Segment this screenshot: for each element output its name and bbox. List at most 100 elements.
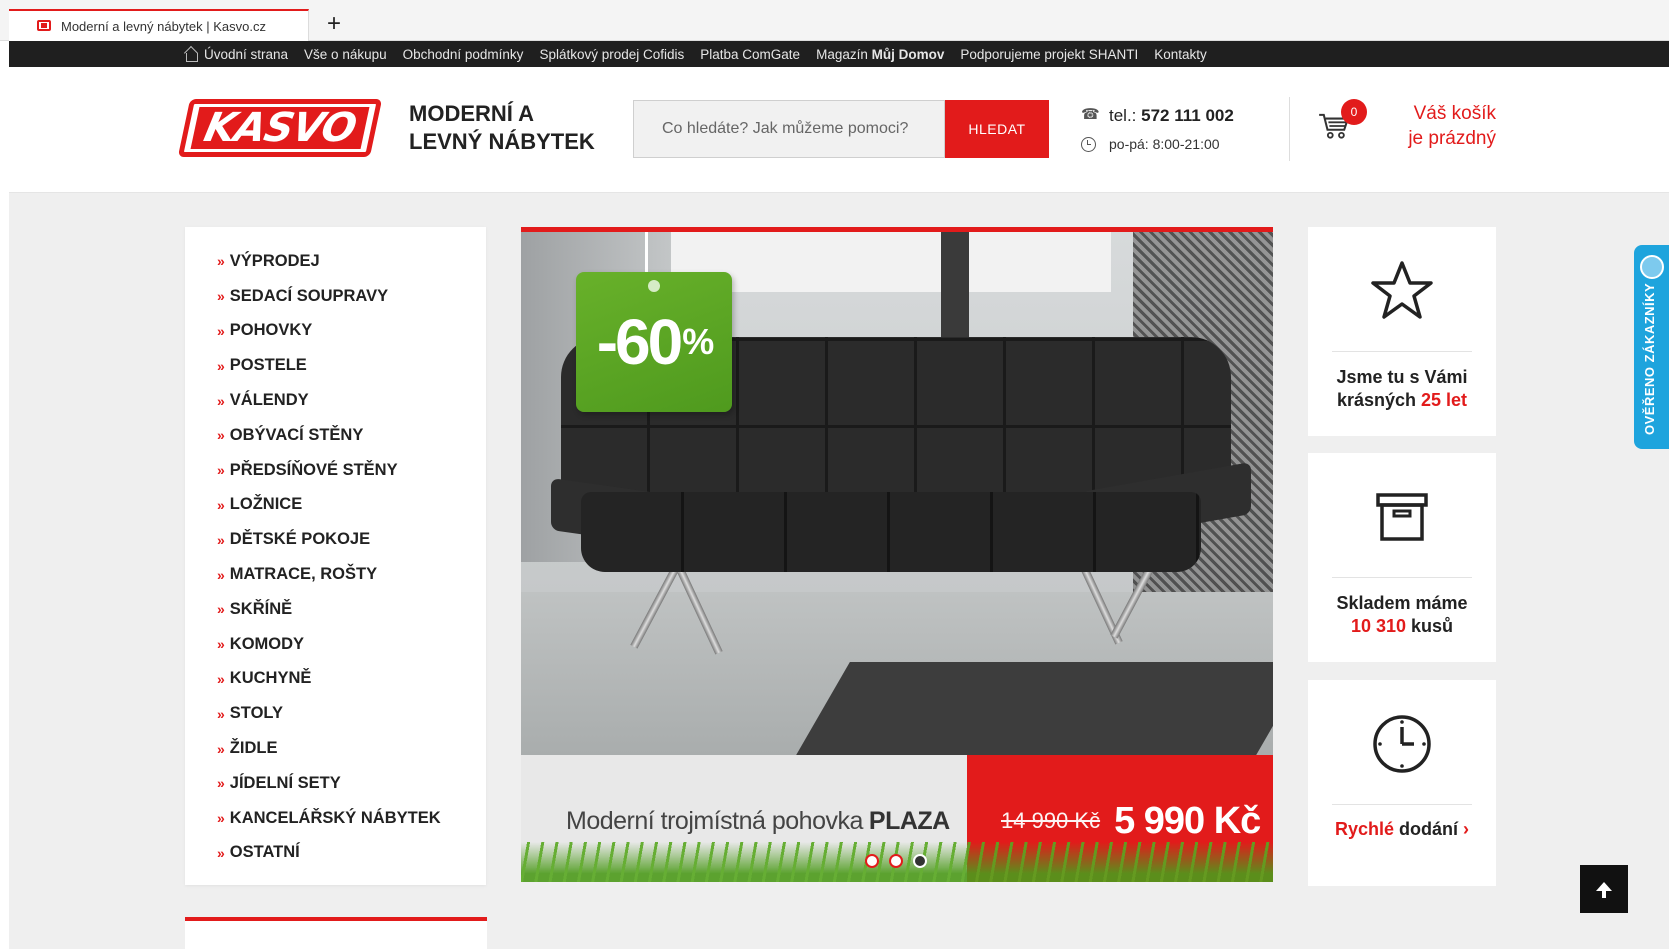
category-label: LOŽNICE — [229, 495, 303, 514]
tag-hole — [648, 280, 660, 292]
star-icon — [1371, 261, 1433, 319]
nav-platba-comgate[interactable]: Platba ComGate — [700, 47, 800, 62]
fast-delivery-link[interactable]: Rychlé dodání › — [1308, 819, 1496, 840]
fast-delivery-highlight: Rychlé — [1334, 819, 1394, 839]
cart-status[interactable]: Váš košík je prázdný — [1408, 101, 1496, 151]
back-to-top-button[interactable] — [1580, 865, 1628, 913]
nav-magazin[interactable]: Magazín Můj Domov — [816, 47, 944, 62]
hero-slider[interactable]: -60% Moderní trojmístná pohovka PLAZA 14 … — [521, 227, 1273, 882]
tab-title: Moderní a levný nábytek | Kasvo.cz — [61, 18, 266, 34]
chevron-right-icon: » — [217, 322, 225, 339]
nav-uvodni-strana[interactable]: Úvodní strana — [204, 47, 288, 62]
nav-kontakty[interactable]: Kontakty — [1154, 47, 1207, 62]
photo-rug — [792, 662, 1273, 762]
contact-info: tel.: 572 111 002 po-pá: 8:00-21:00 — [1081, 102, 1234, 158]
info-years-line1: Jsme tu s Vámi — [1336, 367, 1468, 387]
chevron-right-icon: » — [217, 566, 225, 583]
nav-splatkovy-prodej[interactable]: Splátkový prodej Cofidis — [539, 47, 684, 62]
home-icon — [184, 48, 198, 62]
slider-dot-1[interactable] — [865, 854, 879, 868]
info-stock-count: 10 310 — [1350, 616, 1407, 636]
category-item[interactable]: » ŽIDLE — [185, 731, 486, 766]
site-tagline: MODERNÍ A LEVNÝ NÁBYTEK — [409, 100, 609, 156]
cart-button[interactable]: 0 — [1307, 99, 1367, 159]
category-item[interactable]: » POHOVKY — [185, 314, 486, 349]
info-years-line2: krásných 25 let — [1308, 389, 1496, 412]
secondary-panel — [185, 917, 487, 949]
old-price: 14 990 Kč — [1001, 808, 1101, 833]
slider-dot-2[interactable] — [889, 854, 903, 868]
kasvo-favicon-icon — [37, 20, 51, 31]
category-label: DĚTSKÉ POKOJE — [229, 530, 371, 549]
browser-tab-strip: Moderní a levný nábytek | Kasvo.cz + — [0, 0, 1669, 41]
chevron-right-icon: » — [217, 775, 225, 792]
info-stock-unit: kusů — [1411, 616, 1454, 636]
phone-prefix: tel.: — [1109, 106, 1137, 125]
chevron-right-icon: » — [217, 357, 225, 374]
tagline-line2: LEVNÝ NÁBYTEK — [409, 129, 595, 154]
category-label: PŘEDSÍŇOVÉ STĚNY — [229, 460, 398, 479]
chevron-right-icon: » — [217, 810, 225, 827]
new-price: 5 990 Kč — [1114, 799, 1261, 842]
search-input[interactable] — [633, 100, 945, 158]
info-box-delivery[interactable]: Rychlé dodání › — [1308, 680, 1496, 886]
chevron-right-icon: » — [217, 427, 225, 444]
cart-status-line2: je prázdný — [1408, 128, 1496, 149]
cart-status-line1: Váš košík — [1413, 103, 1496, 124]
clock-icon — [1373, 715, 1431, 773]
verified-seal-icon — [1640, 255, 1664, 279]
info-years-line2-pre: krásných — [1336, 390, 1416, 410]
chevron-right-icon: » — [217, 705, 225, 722]
site-header: KASVO MODERNÍ A LEVNÝ NÁBYTEK HLEDAT tel… — [9, 67, 1669, 193]
phone-line[interactable]: tel.: 572 111 002 — [1109, 106, 1234, 126]
slider-dots — [865, 854, 927, 868]
verified-customers-badge[interactable]: OVĚŘENO ZÁKAZNÍKY — [1634, 245, 1669, 449]
nav-shanti[interactable]: Podporujeme projekt SHANTI — [960, 47, 1138, 62]
category-item[interactable]: » VÁLENDY — [185, 383, 486, 418]
category-label: KUCHYNĚ — [229, 669, 312, 688]
category-item[interactable]: » PŘEDSÍŇOVÉ STĚNY — [185, 453, 486, 488]
category-item[interactable]: » JÍDELNÍ SETY — [185, 766, 486, 801]
chevron-right-icon: » — [217, 844, 225, 861]
search-bar: HLEDAT — [633, 100, 1051, 158]
tagline-line1: MODERNÍ A — [409, 101, 535, 126]
category-item[interactable]: » VÝPRODEJ — [185, 244, 486, 279]
clock-icon — [1081, 136, 1096, 152]
hero-photo[interactable]: -60% — [521, 232, 1273, 762]
new-tab-button[interactable]: + — [318, 9, 350, 39]
category-label: VÁLENDY — [229, 391, 309, 410]
browser-tab-active[interactable]: Moderní a levný nábytek | Kasvo.cz — [9, 9, 309, 41]
info-separator — [1332, 351, 1472, 352]
category-item[interactable]: » POSTELE — [185, 348, 486, 383]
hero-caption-text: Moderní trojmístná pohovka — [566, 806, 863, 835]
category-item[interactable]: » KOMODY — [185, 627, 486, 662]
category-item[interactable]: » SKŘÍNĚ — [185, 592, 486, 627]
nav-vse-o-nakupu[interactable]: Vše o nákupu — [304, 47, 387, 62]
category-label: MATRACE, ROŠTY — [229, 565, 378, 584]
sofa-seat — [581, 492, 1201, 572]
category-item[interactable]: » MATRACE, ROŠTY — [185, 557, 486, 592]
discount-value: -60 — [596, 306, 683, 378]
category-item[interactable]: » OSTATNÍ — [185, 836, 486, 871]
discount-percent: % — [682, 321, 714, 362]
slider-dot-3[interactable] — [913, 854, 927, 868]
category-item[interactable]: » DĚTSKÉ POKOJE — [185, 522, 486, 557]
nav-obchodni-podminky[interactable]: Obchodní podmínky — [403, 47, 524, 62]
info-separator — [1332, 577, 1472, 578]
info-stock-line1: Skladem máme — [1336, 593, 1468, 613]
category-item[interactable]: » KUCHYNĚ — [185, 662, 486, 697]
kasvo-logo[interactable]: KASVO — [177, 99, 383, 157]
category-label: STOLY — [229, 704, 283, 723]
category-item[interactable]: » KANCELÁŘSKÝ NÁBYTEK — [185, 801, 486, 836]
category-item[interactable]: » STOLY — [185, 696, 486, 731]
category-item[interactable]: » OBÝVACÍ STĚNY — [185, 418, 486, 453]
category-item[interactable]: » LOŽNICE — [185, 488, 486, 523]
category-item[interactable]: » SEDACÍ SOUPRAVY — [185, 279, 486, 314]
nav-magazin-prefix: Magazín — [816, 46, 868, 62]
category-label: ŽIDLE — [229, 739, 278, 758]
search-button[interactable]: HLEDAT — [945, 100, 1049, 158]
info-stock-text: Skladem máme 10 310 kusů — [1308, 592, 1496, 638]
verified-badge-text: OVĚŘENO ZÁKAZNÍKY — [1642, 282, 1657, 435]
category-label: OBÝVACÍ STĚNY — [229, 425, 364, 444]
info-box-stock: Skladem máme 10 310 kusů — [1308, 453, 1496, 662]
